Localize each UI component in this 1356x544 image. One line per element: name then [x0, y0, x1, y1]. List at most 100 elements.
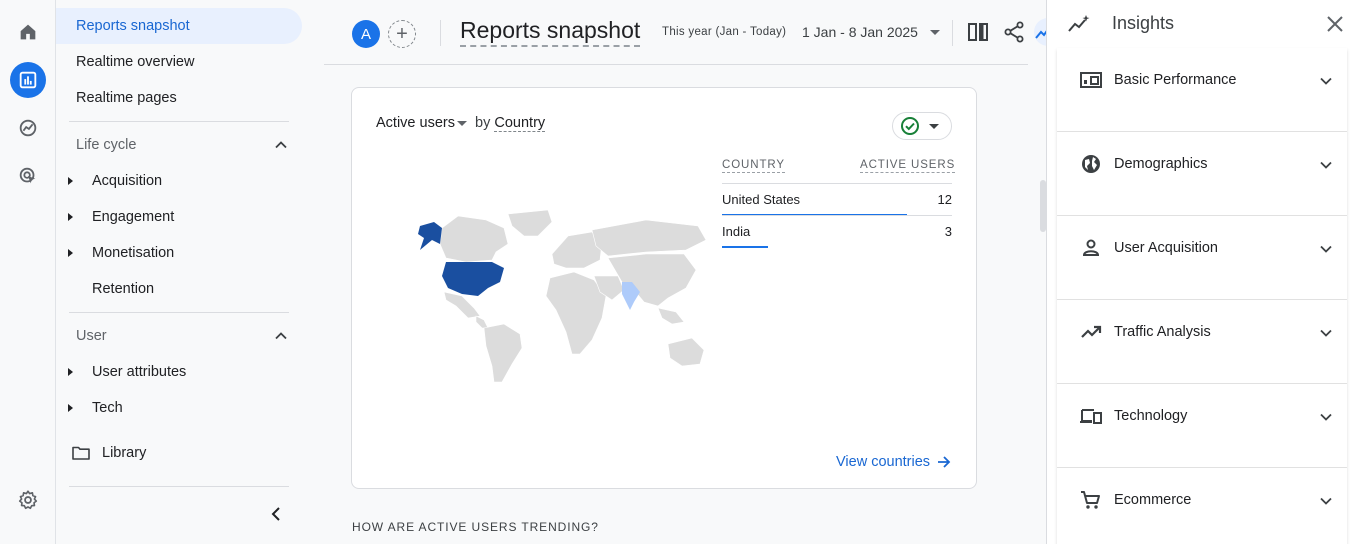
- table-rule: [722, 183, 952, 184]
- nav-user-attributes[interactable]: User attributes: [56, 354, 302, 390]
- insight-label: User Acquisition: [1114, 240, 1218, 256]
- nav-realtime-overview[interactable]: Realtime overview: [56, 44, 302, 80]
- map-united-states: [442, 262, 504, 296]
- dashboard-icon: [1080, 72, 1102, 88]
- reports-icon[interactable]: [10, 62, 46, 98]
- caret-right-icon: [68, 177, 73, 185]
- insight-ecommerce[interactable]: Ecommerce: [1057, 468, 1347, 544]
- chevron-down-icon: [1320, 329, 1332, 337]
- table-header-country[interactable]: COUNTRY: [722, 159, 785, 173]
- card-title: Active users by Country: [376, 115, 546, 132]
- dimension-label[interactable]: Country: [494, 115, 546, 132]
- chevron-down-icon: [1320, 497, 1332, 505]
- insight-label: Traffic Analysis: [1114, 324, 1211, 340]
- nav-divider: [69, 121, 289, 122]
- report-header: A + Reports snapshot This year (Jan - To…: [324, 0, 1048, 64]
- insights-title: Insights: [1112, 13, 1175, 33]
- trending-up-icon: [1081, 325, 1102, 338]
- page-title: Reports snapshot: [460, 17, 641, 47]
- insight-label: Ecommerce: [1114, 492, 1192, 508]
- folder-icon: [72, 446, 90, 460]
- chevron-up-icon[interactable]: [274, 329, 288, 343]
- map-asia: [607, 253, 697, 307]
- insight-technology[interactable]: Technology: [1057, 384, 1347, 468]
- table-row-bar: [722, 246, 768, 248]
- insight-basic-performance[interactable]: Basic Performance: [1057, 48, 1347, 132]
- nav-reports-snapshot[interactable]: Reports snapshot: [56, 8, 302, 44]
- map-australia: [667, 337, 705, 367]
- card-title-by: by: [475, 115, 491, 131]
- caret-right-icon: [68, 404, 73, 412]
- add-comparison-button[interactable]: +: [388, 20, 416, 48]
- nav-divider: [69, 312, 289, 313]
- chevron-up-icon[interactable]: [274, 138, 288, 152]
- check-circle-icon: [901, 117, 919, 135]
- nav-engagement[interactable]: Engagement: [56, 199, 302, 235]
- date-range-value[interactable]: 1 Jan - 8 Jan 2025: [802, 24, 918, 40]
- left-rail: [0, 0, 56, 544]
- date-preset-label[interactable]: This year (Jan - Today): [662, 26, 786, 38]
- comparison-avatar[interactable]: A: [352, 20, 380, 48]
- chevron-down-icon: [1320, 161, 1332, 169]
- insight-label: Basic Performance: [1114, 72, 1237, 88]
- metric-selector[interactable]: Active users: [376, 115, 455, 131]
- nav-realtime-pages[interactable]: Realtime pages: [56, 80, 302, 116]
- map-russia: [591, 219, 707, 257]
- share-icon[interactable]: [1002, 20, 1026, 44]
- nav-retention[interactable]: Retention: [56, 271, 302, 307]
- main-content: A + Reports snapshot This year (Jan - To…: [324, 0, 1048, 544]
- date-dropdown-icon[interactable]: [930, 30, 940, 35]
- insight-demographics[interactable]: Demographics: [1057, 132, 1347, 216]
- map-mexico: [443, 291, 481, 319]
- insight-label: Technology: [1114, 408, 1188, 424]
- metric-dropdown-icon[interactable]: [456, 120, 467, 126]
- nav-library-label: Library: [102, 445, 147, 461]
- map-south-america: [483, 323, 523, 383]
- active-users-by-country-card: Active users by Country COUNTRY ACTIVE U…: [351, 87, 977, 489]
- header-rule: [324, 64, 1028, 65]
- trend-section-heading: HOW ARE ACTIVE USERS TRENDING?: [352, 520, 599, 534]
- map-southeast-asia: [657, 307, 685, 325]
- caret-right-icon: [68, 249, 73, 257]
- analytics-app: Reports snapshot Realtime overview Realt…: [0, 0, 1356, 544]
- nav-monetisation[interactable]: Monetisation: [56, 235, 302, 271]
- insight-traffic-analysis[interactable]: Traffic Analysis: [1057, 300, 1347, 384]
- user-section-label[interactable]: User: [76, 328, 107, 344]
- table-row-country: India: [722, 224, 751, 239]
- insights-icon: [1068, 15, 1090, 32]
- nav-engagement-label: Engagement: [92, 209, 175, 225]
- chevron-left-icon: [271, 507, 280, 521]
- chevron-down-icon: [1320, 77, 1332, 85]
- data-quality-button[interactable]: [892, 112, 952, 140]
- devices-icon: [1080, 409, 1102, 424]
- advertising-icon[interactable]: [10, 158, 46, 194]
- insight-label: Demographics: [1114, 156, 1208, 172]
- insights-header: Insights: [1047, 0, 1356, 48]
- caret-right-icon: [68, 213, 73, 221]
- table-header-active-users[interactable]: ACTIVE USERS: [860, 159, 956, 173]
- explore-icon[interactable]: [10, 110, 46, 146]
- lifecycle-section-label[interactable]: Life cycle: [76, 137, 136, 153]
- insight-user-acquisition[interactable]: User Acquisition: [1057, 216, 1347, 300]
- view-countries-label: View countries: [836, 454, 931, 470]
- close-icon[interactable]: [1323, 12, 1347, 36]
- report-nav: Reports snapshot Realtime overview Realt…: [56, 0, 324, 544]
- table-rule: [722, 215, 952, 216]
- insights-panel: Insights Basic Performance Demographics …: [1046, 0, 1356, 544]
- nav-library[interactable]: Library: [56, 435, 302, 471]
- collapse-nav-button[interactable]: [262, 500, 290, 528]
- map-greenland: [507, 209, 553, 237]
- insights-list: Basic Performance Demographics User Acqu…: [1057, 48, 1347, 544]
- nav-acquisition-label: Acquisition: [92, 173, 163, 189]
- settings-icon[interactable]: [10, 482, 46, 518]
- view-countries-link[interactable]: View countries: [836, 454, 951, 470]
- nav-tech[interactable]: Tech: [56, 390, 302, 426]
- compare-columns-icon[interactable]: [966, 20, 990, 44]
- map-alaska: [418, 222, 442, 250]
- table-row-value: 3: [944, 224, 952, 239]
- home-icon[interactable]: [10, 14, 46, 50]
- caret-right-icon: [68, 368, 73, 376]
- nav-acquisition[interactable]: Acquisition: [56, 163, 302, 199]
- chevron-down-icon: [1320, 413, 1332, 421]
- world-map: [418, 209, 707, 383]
